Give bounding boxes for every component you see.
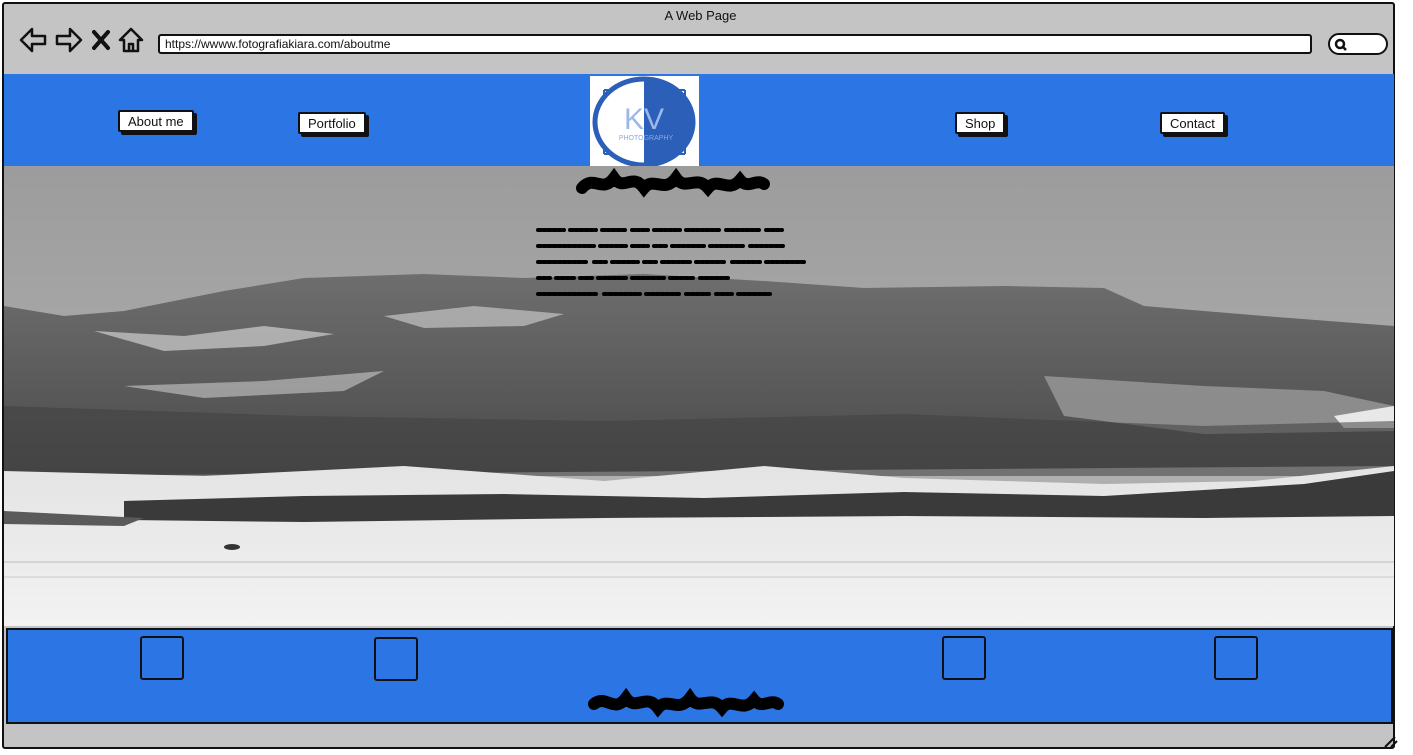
address-bar[interactable]: https://wwww.fotografiakiara.com/aboutme xyxy=(158,34,1312,54)
resize-grip-icon[interactable] xyxy=(1383,735,1399,749)
social-icon-1[interactable] xyxy=(140,636,184,680)
site-logo[interactable]: KV PHOTOGRAPHY xyxy=(590,76,699,166)
site-footer xyxy=(6,628,1393,724)
back-icon[interactable] xyxy=(18,26,48,54)
nav-contact-button[interactable]: Contact xyxy=(1160,112,1225,134)
social-icon-3[interactable] xyxy=(942,636,986,680)
footer-text-placeholder xyxy=(588,688,784,718)
close-icon[interactable] xyxy=(90,26,112,54)
about-text-placeholder xyxy=(534,222,810,307)
logo-initials: KV xyxy=(624,103,664,136)
hero-image xyxy=(4,166,1394,626)
nav-about-button[interactable]: About me xyxy=(118,110,194,132)
search-field[interactable] xyxy=(1328,33,1388,55)
search-icon xyxy=(1334,38,1347,51)
social-icon-4[interactable] xyxy=(1214,636,1258,680)
logo-tagline: PHOTOGRAPHY xyxy=(619,135,674,142)
home-icon[interactable] xyxy=(118,26,144,54)
browser-nav xyxy=(18,26,144,54)
page-heading-placeholder xyxy=(576,168,770,198)
window-title: A Web Page xyxy=(664,8,737,23)
logo-graphic: KV PHOTOGRAPHY xyxy=(592,76,696,166)
social-icon-2[interactable] xyxy=(374,637,418,681)
forward-icon[interactable] xyxy=(54,26,84,54)
nav-portfolio-button[interactable]: Portfolio xyxy=(298,112,366,134)
nav-shop-button[interactable]: Shop xyxy=(955,112,1006,134)
body-text-scribble xyxy=(536,228,806,296)
